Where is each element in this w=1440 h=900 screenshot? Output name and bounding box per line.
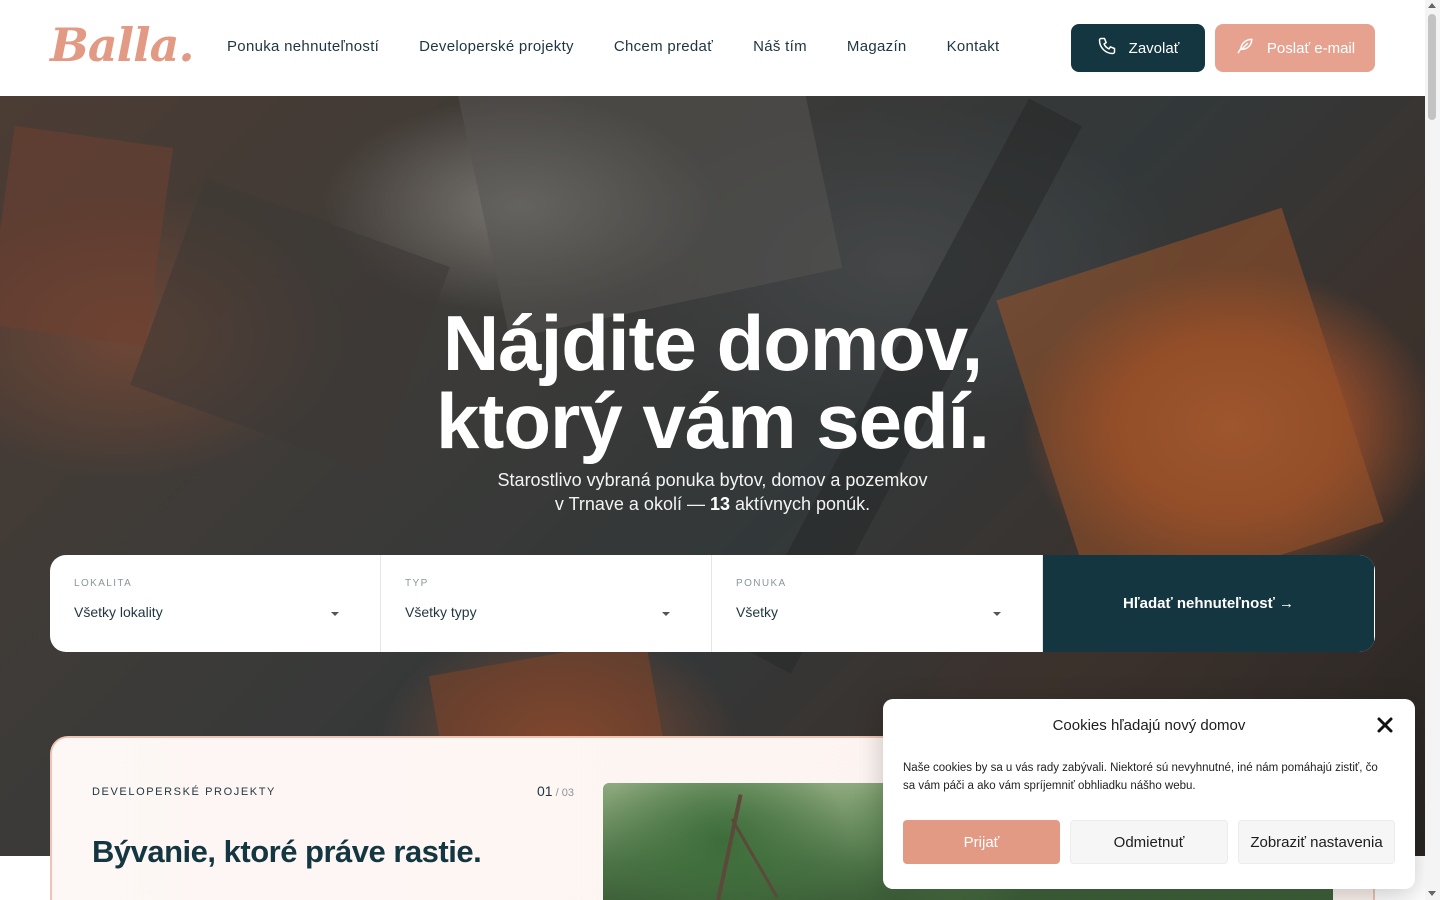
type-value: Všetky typy xyxy=(405,604,477,620)
slide-total: / 03 xyxy=(552,787,574,799)
section-eyebrow: DEVELOPERSKÉ PROJEKTY xyxy=(92,786,276,798)
nav-item-sell[interactable]: Chcem predať xyxy=(614,38,713,55)
slide-current: 01 xyxy=(537,783,553,799)
location-label: LOKALITA xyxy=(74,578,133,589)
hero-title-line2: ktorý vám sedí. xyxy=(436,377,990,465)
page-scrollbar[interactable] xyxy=(1425,0,1440,900)
search-property-button[interactable]: Hľadať nehnuteľnosť → xyxy=(1043,555,1374,652)
type-select[interactable]: TYP Všetky typy xyxy=(381,555,712,652)
cookie-consent-dialog: Cookies hľadajú nový domov Naše cookies … xyxy=(883,699,1415,889)
deny-cookies-button[interactable]: Odmietnuť xyxy=(1070,820,1228,864)
chevron-down-icon xyxy=(993,612,1001,616)
site-header: Balla. Ponuka nehnuteľností Developerské… xyxy=(0,0,1425,96)
tree-branch xyxy=(707,794,743,900)
hero-title-line1: Nájdite domov, xyxy=(442,299,983,387)
email-button[interactable]: Poslať e-mail xyxy=(1215,24,1375,72)
logo[interactable]: Balla. xyxy=(50,18,194,72)
cookie-dialog-title: Cookies hľadajú nový domov xyxy=(1052,717,1246,734)
property-search-bar: LOKALITA Všetky lokality TYP Všetky typy… xyxy=(50,555,1375,652)
call-button[interactable]: Zavolať xyxy=(1071,24,1205,72)
nav-item-magazine[interactable]: Magazín xyxy=(847,38,907,55)
nav-item-team[interactable]: Náš tím xyxy=(753,38,807,55)
chevron-down-icon xyxy=(331,612,339,616)
hero-subtitle-prefix: v Trnave a okolí — xyxy=(554,494,710,514)
feather-icon xyxy=(1235,36,1255,60)
close-icon[interactable] xyxy=(1375,715,1395,735)
cookie-settings-button[interactable]: Zobraziť nastavenia xyxy=(1238,820,1395,864)
hero-subtitle-line1: Starostlivo vybraná ponuka bytov, domov … xyxy=(497,470,928,490)
cookie-dialog-text: Naše cookies by sa u vás rady zabývali. … xyxy=(903,762,1378,792)
location-value: Všetky lokality xyxy=(74,604,163,620)
accept-cookies-button[interactable]: Prijať xyxy=(903,820,1060,864)
hero-subtitle: Starostlivo vybraná ponuka bytov, domov … xyxy=(0,468,1425,516)
call-button-label: Zavolať xyxy=(1128,39,1180,57)
section-title: Bývanie, ktoré práve rastie. xyxy=(92,834,482,869)
type-label: TYP xyxy=(405,578,429,589)
offer-value: Všetky xyxy=(736,604,779,620)
chevron-down-icon xyxy=(662,612,670,616)
scroll-up-arrow-icon[interactable] xyxy=(1428,3,1436,8)
tree-branch xyxy=(730,818,779,898)
location-select[interactable]: LOKALITA Všetky lokality xyxy=(50,555,381,652)
nav-item-offers[interactable]: Ponuka nehnuteľností xyxy=(227,38,379,55)
offer-select[interactable]: PONUKA Všetky xyxy=(712,555,1043,652)
nav-item-developer-projects[interactable]: Developerské projekty xyxy=(419,38,574,55)
hero-subtitle-suffix: aktívnych ponúk. xyxy=(730,494,871,514)
email-button-label: Poslať e-mail xyxy=(1266,39,1356,57)
phone-icon xyxy=(1097,36,1117,60)
nav-item-contact[interactable]: Kontakt xyxy=(947,38,1000,55)
slide-counter: 01 / 03 xyxy=(537,783,574,799)
main-nav: Ponuka nehnuteľností Developerské projek… xyxy=(227,38,1040,55)
scroll-down-arrow-icon[interactable] xyxy=(1428,891,1436,896)
active-offers-count: 13 xyxy=(709,494,730,514)
scrollbar-thumb[interactable] xyxy=(1428,14,1436,120)
hero-title: Nájdite domov, ktorý vám sedí. xyxy=(0,304,1425,460)
offer-label: PONUKA xyxy=(736,578,787,589)
